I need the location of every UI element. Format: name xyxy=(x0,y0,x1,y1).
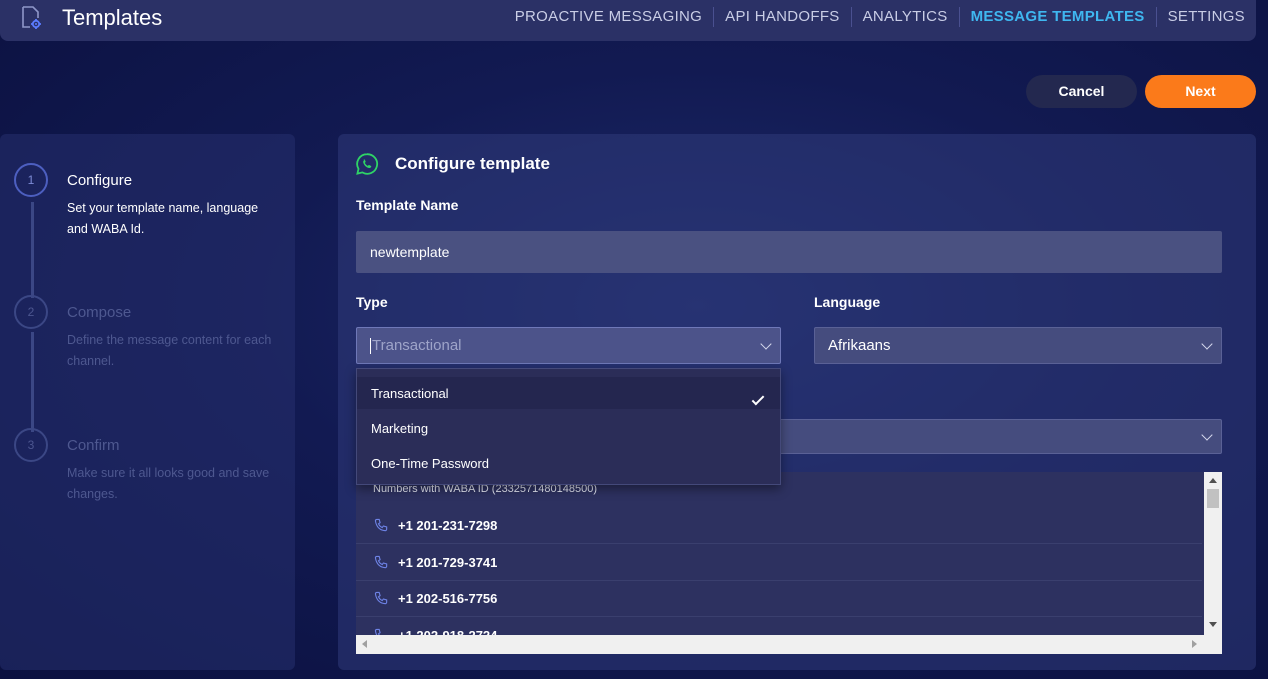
option-label: Transactional xyxy=(371,386,449,401)
horizontal-scrollbar[interactable] xyxy=(356,635,1222,654)
phone-icon xyxy=(374,555,388,568)
scroll-up-icon[interactable] xyxy=(1209,478,1217,483)
top-bar: Templates PROACTIVE MESSAGING API HANDOF… xyxy=(0,0,1256,41)
template-name-value: newtemplate xyxy=(370,244,450,260)
next-button[interactable]: Next xyxy=(1145,75,1256,108)
cancel-button[interactable]: Cancel xyxy=(1026,75,1137,108)
vertical-scrollbar[interactable] xyxy=(1204,472,1222,635)
panel-title: Configure template xyxy=(395,154,550,173)
step-description: Set your template name, language and WAB… xyxy=(67,201,259,236)
nav-settings[interactable]: SETTINGS xyxy=(1155,7,1256,27)
step-title: Configure xyxy=(67,172,133,189)
type-dropdown-menu: Transactional Marketing One-Time Passwor… xyxy=(356,368,781,485)
app-title: Templates xyxy=(62,5,163,30)
template-name-label: Template Name xyxy=(356,197,459,213)
scroll-down-icon[interactable] xyxy=(1209,622,1217,627)
phone-number: +1 202-516-7756 xyxy=(398,590,498,606)
dropdown-option-one-time-password[interactable]: One-Time Password xyxy=(371,456,489,471)
language-select-value: Afrikaans xyxy=(828,337,891,354)
step-number: 1 xyxy=(14,163,48,197)
scroll-left-icon[interactable] xyxy=(362,640,367,648)
nav-proactive-messaging[interactable]: PROACTIVE MESSAGING xyxy=(504,7,713,27)
template-name-input[interactable]: newtemplate xyxy=(356,231,1222,273)
chevron-down-icon xyxy=(1201,337,1213,350)
step-number: 3 xyxy=(14,428,48,462)
nav-analytics[interactable]: ANALYTICS xyxy=(850,7,959,27)
list-item[interactable]: +1 201-231-7298 xyxy=(356,507,1202,544)
chevron-down-icon xyxy=(1201,428,1213,441)
numbers-list: Numbers with WABA ID (2332571480148500) … xyxy=(356,472,1222,654)
scrollbar-thumb[interactable] xyxy=(1207,489,1219,508)
step-number: 2 xyxy=(14,295,48,329)
list-item[interactable]: +1 202-516-7756 xyxy=(356,580,1202,617)
nav-message-templates[interactable]: MESSAGE TEMPLATES xyxy=(958,7,1156,27)
whatsapp-icon xyxy=(356,153,379,175)
stepper-panel: 1 Configure Set your template name, lang… xyxy=(0,134,295,670)
dropdown-option-marketing[interactable]: Marketing xyxy=(371,421,428,436)
step-description: Define the message content for each chan… xyxy=(67,333,272,368)
language-select[interactable]: Afrikaans xyxy=(814,327,1222,364)
phone-number: +1 201-231-7298 xyxy=(398,517,498,533)
chevron-down-icon xyxy=(760,337,772,350)
nav-api-handoffs[interactable]: API HANDOFFS xyxy=(713,7,850,27)
step-title: Compose xyxy=(67,304,132,321)
phone-icon xyxy=(374,518,388,531)
template-settings-icon xyxy=(22,6,41,29)
phone-number: +1 201-729-3741 xyxy=(398,554,498,570)
type-select-value: Transactional xyxy=(372,337,462,354)
step-description: Make sure it all looks good and save cha… xyxy=(67,466,270,501)
text-caret xyxy=(370,337,371,354)
language-label: Language xyxy=(814,294,881,310)
step-connector xyxy=(31,202,34,298)
type-label: Type xyxy=(356,294,388,310)
dropdown-option-transactional[interactable]: Transactional xyxy=(357,377,780,409)
list-item[interactable]: +1 201-729-3741 xyxy=(356,544,1202,581)
phone-icon xyxy=(374,591,388,604)
main-nav: PROACTIVE MESSAGING API HANDOFFS ANALYTI… xyxy=(504,0,1256,34)
scroll-right-icon[interactable] xyxy=(1192,640,1197,648)
step-connector xyxy=(31,332,34,432)
type-select[interactable]: Transactional xyxy=(356,327,781,364)
step-title: Confirm xyxy=(67,437,120,454)
checkmark-icon xyxy=(751,392,765,406)
